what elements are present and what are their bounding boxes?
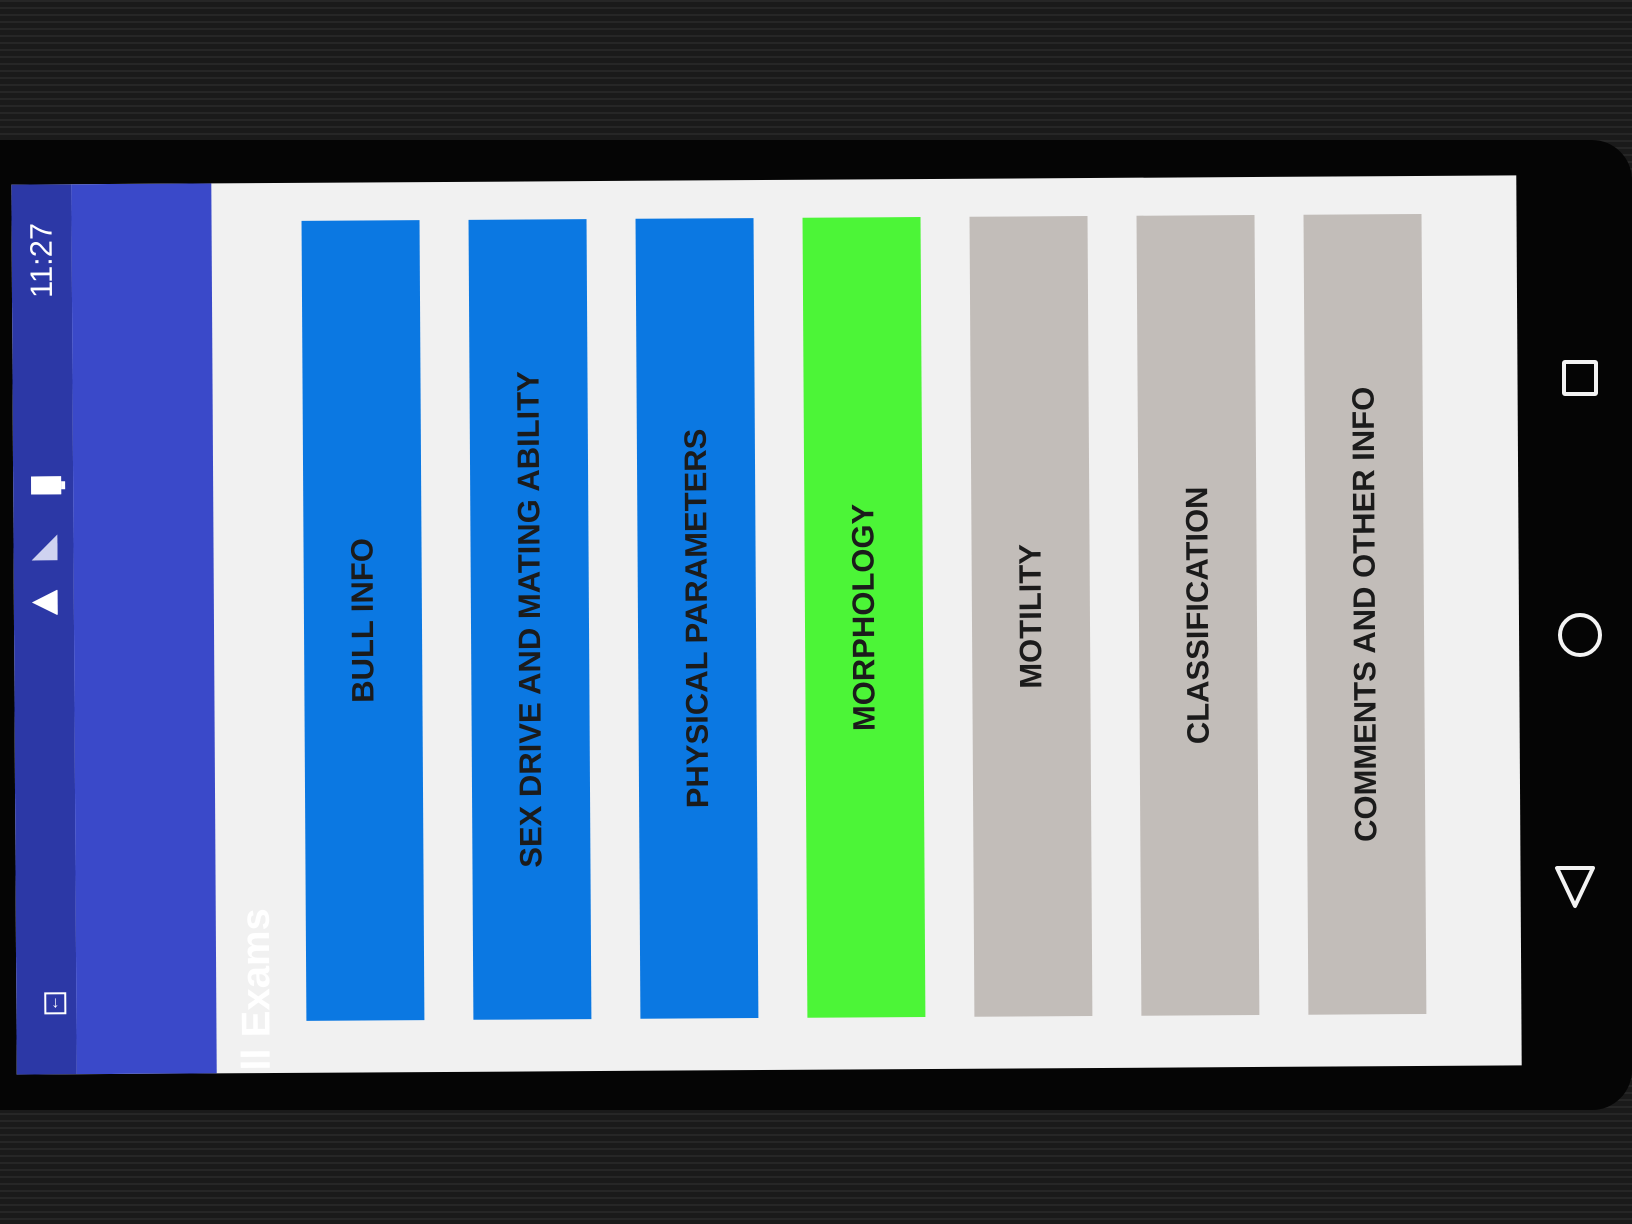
status-bar: 11:27 ↓ [11, 184, 77, 1075]
recent-apps-icon[interactable] [1562, 360, 1598, 396]
motility-button[interactable]: MOTILITY [969, 216, 1093, 1017]
device-screen: 11:27 ↓ Bull Exams BULL INFO SEX DRIVE A… [11, 175, 1522, 1075]
sex-drive-mating-ability-button[interactable]: SEX DRIVE AND MATING ABILITY [468, 219, 592, 1020]
physical-parameters-label: PHYSICAL PARAMETERS [677, 428, 716, 809]
wifi-icon [32, 589, 58, 615]
morphology-label: MORPHOLOGY [845, 503, 882, 732]
classification-label: CLASSIFICATION [1179, 486, 1216, 745]
home-icon[interactable] [1558, 613, 1602, 657]
classification-button[interactable]: CLASSIFICATION [1136, 215, 1260, 1016]
bull-info-button[interactable]: BULL INFO [301, 220, 425, 1021]
status-clock: 11:27 [23, 222, 59, 299]
app-bar: Bull Exams [71, 183, 279, 1075]
signal-icon [31, 534, 57, 560]
app-title: Bull Exams [233, 908, 280, 1075]
motility-label: MOTILITY [1012, 543, 1049, 689]
morphology-button[interactable]: MORPHOLOGY [802, 217, 926, 1018]
back-icon[interactable] [1553, 864, 1597, 910]
download-icon: ↓ [44, 992, 67, 1015]
comments-and-other-info-label: COMMENTS AND OTHER INFO [1345, 386, 1384, 843]
physical-parameters-button[interactable]: PHYSICAL PARAMETERS [635, 218, 759, 1019]
bull-info-label: BULL INFO [344, 537, 381, 703]
comments-and-other-info-button[interactable]: COMMENTS AND OTHER INFO [1303, 213, 1427, 1015]
sex-drive-mating-ability-label: SEX DRIVE AND MATING ABILITY [510, 371, 549, 868]
battery-icon [31, 476, 62, 495]
